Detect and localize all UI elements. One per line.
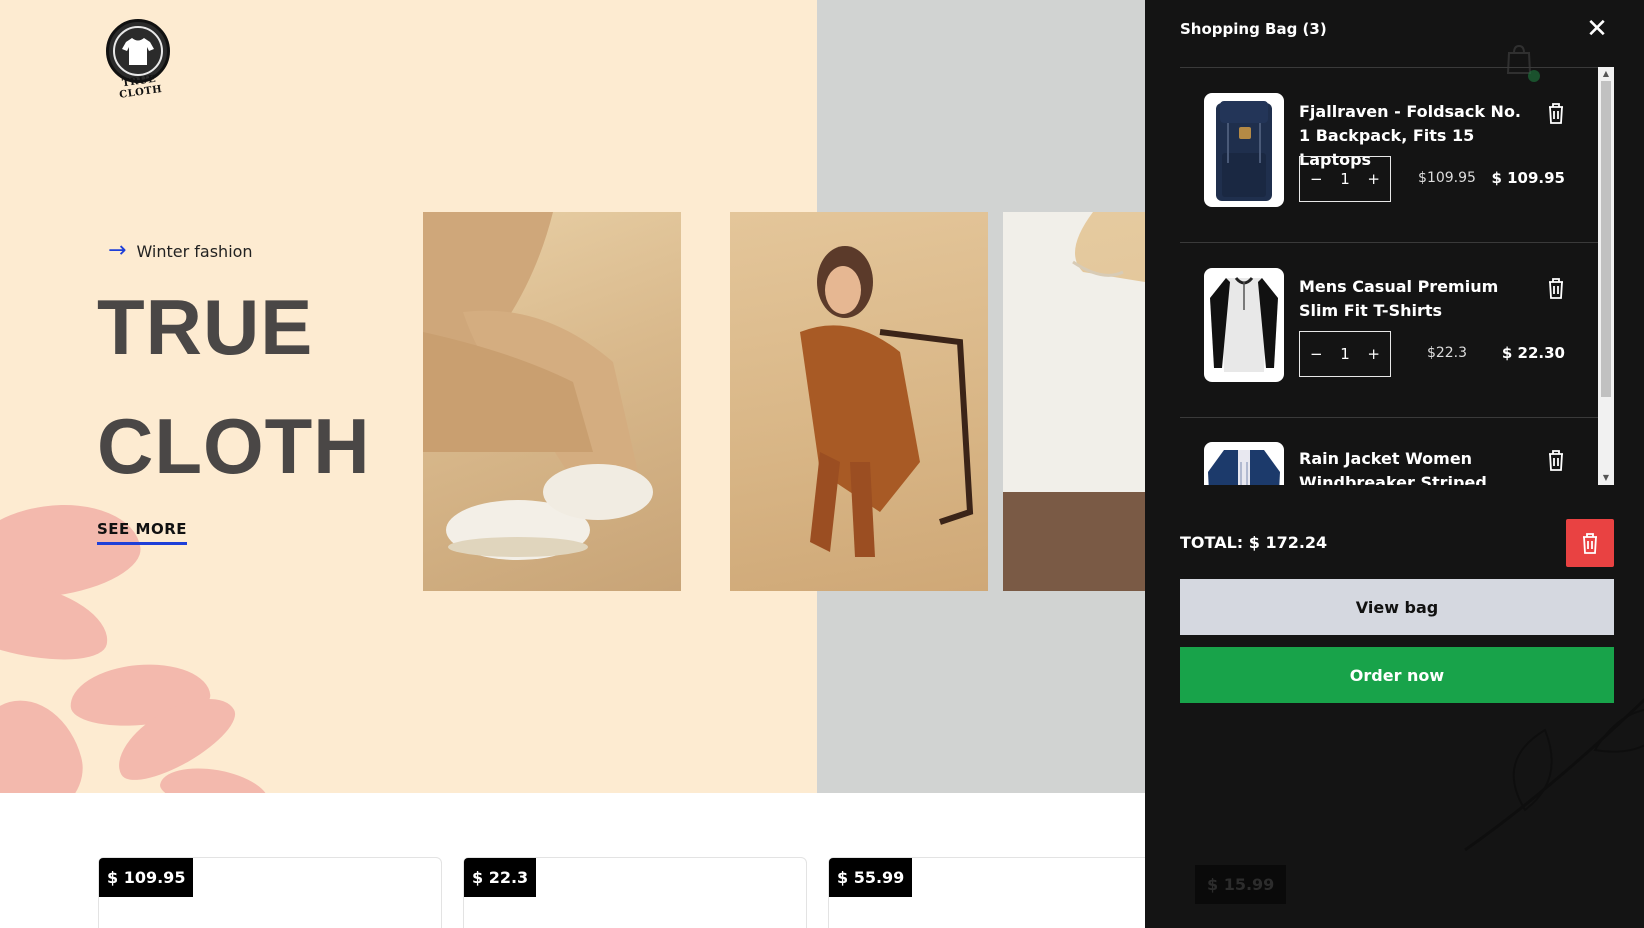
cart-item-line-total: $ 22.30 <box>1501 344 1565 362</box>
trash-icon[interactable] <box>1547 102 1565 124</box>
view-bag-button[interactable]: View bag <box>1180 579 1614 635</box>
shopping-bag-drawer: Shopping Bag (3) ✕ Fjallraven - Foldsack… <box>1145 0 1644 928</box>
see-more-link[interactable]: SEE MORE <box>97 520 187 545</box>
cart-item: Rain Jacket Women Windbreaker Striped <box>1180 418 1598 485</box>
product-price-tag: $ 109.95 <box>99 858 194 897</box>
hero-title-line2: CLOTH <box>97 402 371 490</box>
close-icon[interactable]: ✕ <box>1585 16 1609 42</box>
hero-title-line1: TRUE <box>97 283 314 371</box>
quantity-stepper: − 1 + <box>1299 156 1391 202</box>
product-price-tag: $ 15.99 <box>1195 865 1287 904</box>
minus-icon[interactable]: − <box>1310 170 1323 188</box>
cart-items-list[interactable]: Fjallraven - Foldsack No. 1 Backpack, Fi… <box>1180 67 1598 485</box>
trash-icon <box>1583 533 1597 554</box>
scrollbar-thumb[interactable] <box>1601 81 1611 397</box>
product-card[interactable]: $ 22.3 <box>463 857 807 928</box>
drawer-title: Shopping Bag (3) <box>1180 20 1327 38</box>
scroll-up-icon[interactable]: ▲ <box>1598 67 1614 81</box>
minus-icon[interactable]: − <box>1310 345 1323 363</box>
cart-item-name: Rain Jacket Women Windbreaker Striped <box>1299 449 1487 485</box>
hero-eyebrow-label: Winter fashion <box>136 241 253 261</box>
product-card[interactable]: $ 109.95 <box>98 857 442 928</box>
cart-item-unit-price: $22.3 <box>1426 345 1468 361</box>
hero-photo-model-chair <box>730 212 988 591</box>
product-card[interactable]: $ 55.99 <box>828 857 1172 928</box>
product-thumbnail[interactable] <box>1204 442 1284 485</box>
product-price-tag: $ 22.3 <box>464 858 537 897</box>
hero-photo-sneakers <box>423 212 681 591</box>
plus-icon[interactable]: + <box>1367 170 1380 188</box>
cart-total: TOTAL: $ 172.24 <box>1180 533 1328 552</box>
scroll-down-icon[interactable]: ▼ <box>1598 471 1614 485</box>
cart-scrollbar[interactable]: ▲ ▼ <box>1598 67 1614 485</box>
trash-icon[interactable] <box>1547 449 1565 471</box>
trash-icon[interactable] <box>1547 277 1565 299</box>
cart-item-line-total: $ 109.95 <box>1491 169 1565 187</box>
cart-item-name: Mens Casual Premium Slim Fit T-Shirts <box>1299 277 1499 320</box>
logo-ring <box>113 26 163 76</box>
product-price-tag: $ 55.99 <box>829 858 913 897</box>
product-thumbnail[interactable] <box>1204 93 1284 207</box>
cart-item-unit-price: $109.95 <box>1418 170 1476 186</box>
hero-photo-white-sweater <box>1003 212 1145 591</box>
quantity-value: 1 <box>1340 170 1350 188</box>
order-now-button[interactable]: Order now <box>1180 647 1614 703</box>
plus-icon[interactable]: + <box>1367 345 1380 363</box>
hero-left-panel <box>0 0 817 793</box>
clear-cart-button[interactable] <box>1566 519 1614 567</box>
tshirt-icon <box>122 38 154 65</box>
hero-eyebrow: → Winter fashion <box>108 240 253 262</box>
cart-item: Mens Casual Premium Slim Fit T-Shirts − … <box>1180 243 1598 418</box>
product-thumbnail[interactable] <box>1204 268 1284 382</box>
quantity-value: 1 <box>1340 345 1350 363</box>
arrow-right-icon: → <box>108 238 127 263</box>
quantity-stepper: − 1 + <box>1299 331 1391 377</box>
cart-item: Fjallraven - Foldsack No. 1 Backpack, Fi… <box>1180 68 1598 243</box>
